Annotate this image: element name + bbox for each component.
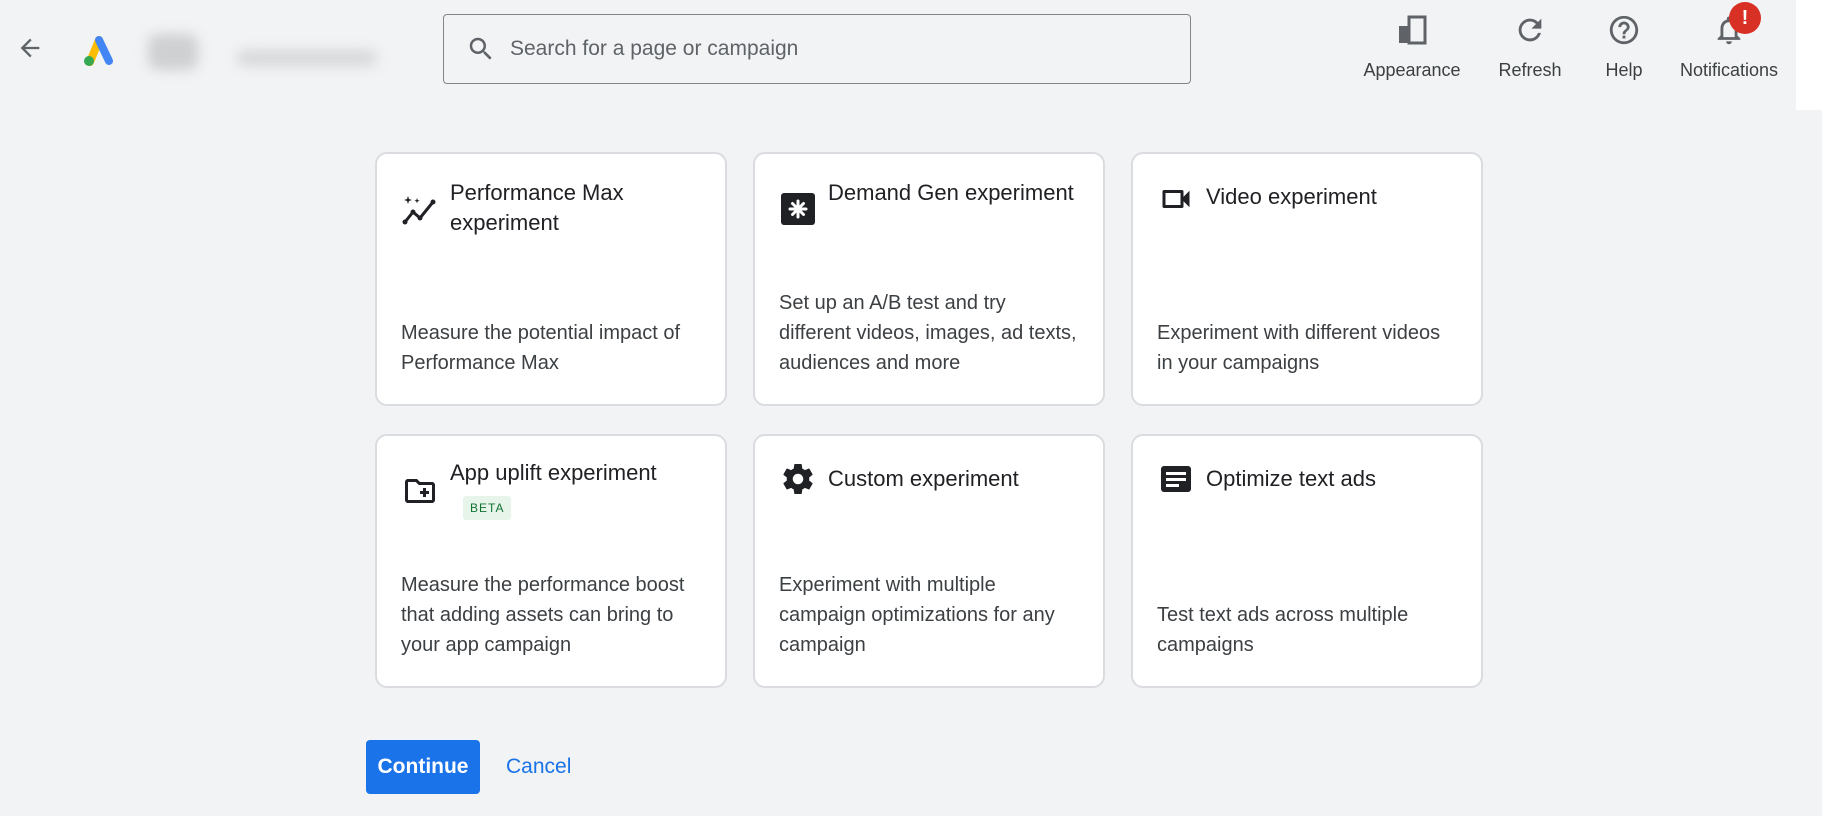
google-ads-logo[interactable]: [78, 30, 118, 70]
card-description: Measure the potential impact of Performa…: [401, 322, 681, 374]
card-description: Experiment with multiple campaign optimi…: [779, 574, 1055, 656]
search-input[interactable]: [508, 36, 1112, 62]
refresh-button[interactable]: Refresh: [1490, 10, 1570, 84]
help-label: Help: [1605, 60, 1643, 80]
help-icon: [1606, 12, 1642, 48]
cancel-button[interactable]: Cancel: [500, 740, 577, 794]
card-video-experiment[interactable]: Video experiment Experiment with differe…: [1131, 152, 1483, 406]
refresh-icon: [1512, 12, 1548, 48]
demand-gen-icon: [779, 190, 817, 228]
refresh-label: Refresh: [1498, 60, 1562, 80]
top-bar: Appearance Refresh Help Notifications !: [0, 0, 1822, 110]
card-description: Measure the performance boost that addin…: [401, 574, 685, 656]
side-panel-edge: [1796, 0, 1822, 110]
continue-button[interactable]: Continue: [366, 740, 480, 794]
search-bar[interactable]: [443, 14, 1191, 84]
gear-icon: [779, 460, 817, 498]
text-ad-icon: [1157, 460, 1195, 498]
card-title: App uplift experiment: [450, 460, 657, 485]
search-icon: [466, 34, 496, 64]
card-title: Performance Max experiment: [450, 180, 624, 235]
card-title: Custom experiment: [828, 466, 1019, 491]
card-performance-max-experiment[interactable]: Performance Max experiment Measure the p…: [375, 152, 727, 406]
back-button[interactable]: [12, 30, 48, 66]
card-title: Demand Gen experiment: [828, 180, 1074, 205]
appearance-icon: [1394, 12, 1430, 48]
card-description: Set up an A/B test and try different vid…: [779, 292, 1077, 374]
card-app-uplift-experiment[interactable]: App uplift experiment BETA Measure the p…: [375, 434, 727, 688]
card-demand-gen-experiment[interactable]: Demand Gen experiment Set up an A/B test…: [753, 152, 1105, 406]
card-custom-experiment[interactable]: Custom experiment Experiment with multip…: [753, 434, 1105, 688]
account-selector[interactable]: [142, 22, 392, 82]
appearance-label: Appearance: [1363, 60, 1461, 80]
appearance-button[interactable]: Appearance: [1356, 10, 1468, 84]
notifications-label: Notifications: [1679, 60, 1779, 80]
notification-alert-badge: !: [1729, 2, 1761, 34]
arrow-back-icon: [20, 38, 40, 58]
card-description: Test text ads across multiple campaigns: [1157, 604, 1409, 656]
beta-badge: BETA: [463, 496, 512, 520]
video-camera-icon: [1157, 180, 1195, 218]
card-description: Experiment with different videos in your…: [1157, 322, 1441, 374]
sparkle-chart-icon: [401, 192, 439, 230]
card-title: Video experiment: [1206, 184, 1377, 209]
card-title: Optimize text ads: [1206, 466, 1376, 491]
folder-add-icon: [401, 472, 439, 510]
help-button[interactable]: Help: [1594, 10, 1654, 84]
card-optimize-text-ads[interactable]: Optimize text ads Test text ads across m…: [1131, 434, 1483, 688]
